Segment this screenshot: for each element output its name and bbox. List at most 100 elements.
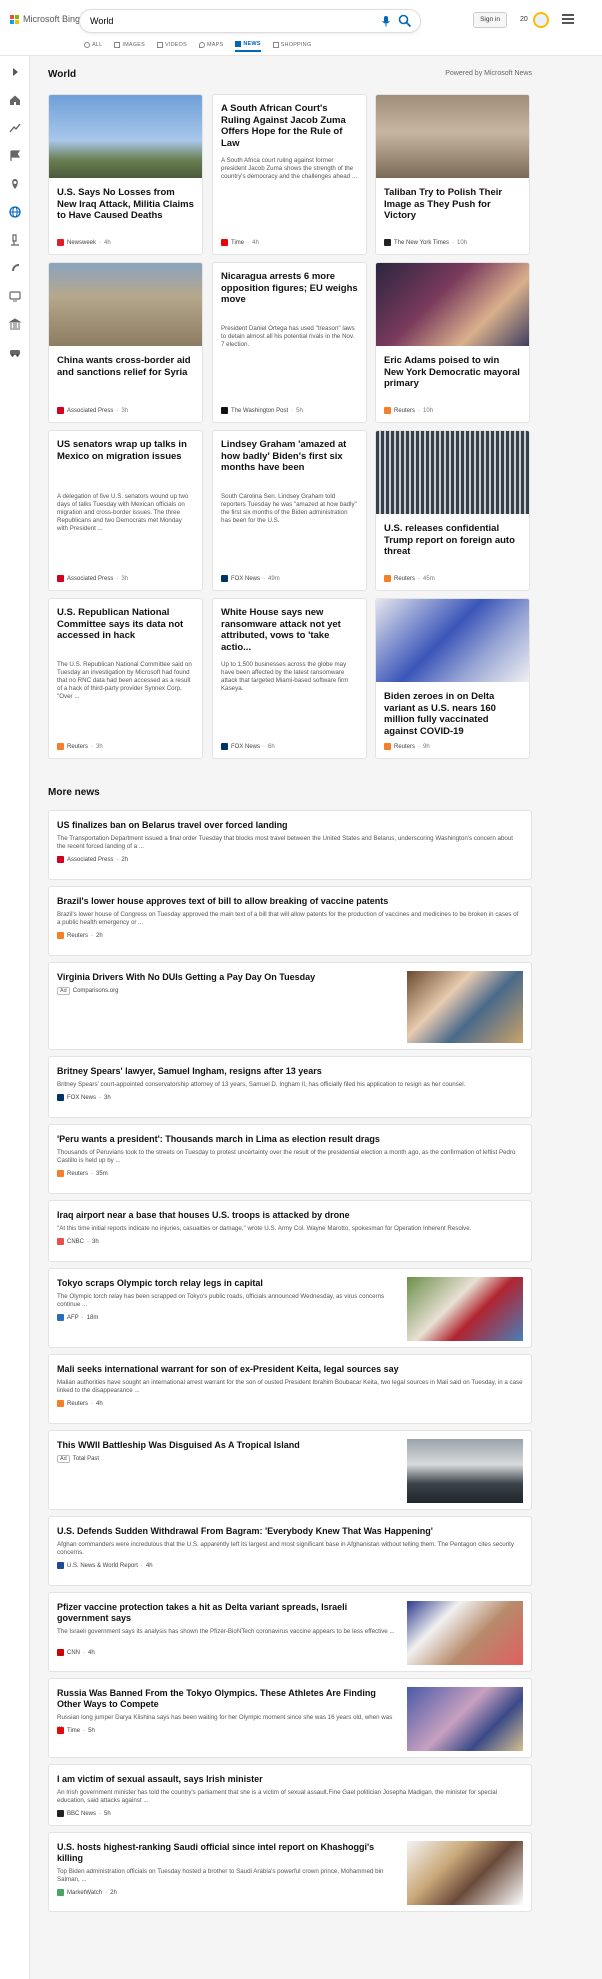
expand-chevron-icon[interactable] [9, 66, 21, 78]
news-card-source[interactable]: Time · 4h [221, 239, 259, 246]
news-item-thumbnail[interactable] [407, 1687, 523, 1751]
news-item-source[interactable]: Reuters · 2h [57, 932, 103, 939]
news-card-image[interactable] [49, 95, 202, 178]
news-item-source[interactable]: MarketWatch · 2h [57, 1889, 117, 1896]
news-item-title[interactable]: Russia Was Banned From the Tokyo Olympic… [57, 1688, 397, 1710]
news-card-title[interactable]: U.S. Republican National Committee says … [57, 607, 194, 642]
sponsored-row[interactable]: This WWII Battleship Was Disguised As A … [48, 1430, 532, 1510]
sponsored-row[interactable]: Virginia Drivers With No DUIs Getting a … [48, 962, 532, 1050]
news-list-item[interactable]: US finalizes ban on Belarus travel over … [48, 810, 532, 880]
news-item-title[interactable]: Virginia Drivers With No DUIs Getting a … [57, 972, 397, 983]
search-input[interactable] [90, 14, 370, 28]
sign-in-button[interactable]: Sign in [473, 12, 507, 28]
news-card-image[interactable] [376, 431, 529, 514]
news-card-title[interactable]: Biden zeroes in on Delta variant as U.S.… [384, 691, 521, 737]
tab-all[interactable]: ALL [84, 38, 102, 52]
microscope-icon[interactable] [9, 234, 21, 246]
news-card-source[interactable]: Associated Press · 3h [57, 407, 128, 414]
news-card-source[interactable]: Newsweek · 4h [57, 239, 111, 246]
news-item-title[interactable]: 'Peru wants a president': Thousands marc… [57, 1134, 523, 1145]
location-icon[interactable] [9, 178, 21, 190]
news-item-source[interactable]: CNBC · 3h [57, 1238, 99, 1245]
tv-icon[interactable] [9, 290, 21, 302]
news-item-source[interactable]: Associated Press · 2h [57, 856, 128, 863]
news-item-title[interactable]: Iraq airport near a base that houses U.S… [57, 1210, 523, 1221]
rewards-icon[interactable] [533, 12, 549, 28]
news-item-title[interactable]: U.S. hosts highest-ranking Saudi officia… [57, 1842, 397, 1864]
search-box[interactable] [80, 10, 420, 32]
news-item-source[interactable]: U.S. News & World Report · 4h [57, 1562, 153, 1569]
tab-maps[interactable]: MAPS [198, 38, 223, 52]
flag-icon[interactable] [9, 150, 21, 162]
tab-shopping[interactable]: SHOPPING [272, 38, 312, 52]
news-list-item[interactable]: 'Peru wants a president': Thousands marc… [48, 1124, 532, 1194]
news-item-title[interactable]: Britney Spears' lawyer, Samuel Ingham, r… [57, 1066, 523, 1077]
news-card-source[interactable]: The New York Times · 10h [384, 239, 467, 246]
news-item-title[interactable]: Tokyo scraps Olympic torch relay legs in… [57, 1278, 397, 1289]
news-card[interactable]: US senators wrap up talks in Mexico on m… [48, 430, 203, 591]
news-card[interactable]: Nicaragua arrests 6 more opposition figu… [212, 262, 367, 423]
news-card-title[interactable]: U.S. Says No Losses from New Iraq Attack… [57, 187, 194, 222]
news-card-title[interactable]: U.S. releases confidential Trump report … [384, 523, 521, 558]
news-card[interactable]: Eric Adams poised to win New York Democr… [375, 262, 530, 423]
news-item-thumbnail[interactable] [407, 1439, 523, 1503]
news-card[interactable]: White House says new ransomware attack n… [212, 598, 367, 759]
news-card-source[interactable]: The Washington Post · 5h [221, 407, 303, 414]
tab-videos[interactable]: VIDEOS [156, 38, 187, 52]
news-card-title[interactable]: Lindsey Graham 'amazed at how badly' Bid… [221, 439, 358, 474]
search-icon[interactable] [398, 14, 412, 28]
home-icon[interactable] [9, 94, 21, 106]
news-item-title[interactable]: I am victim of sexual assault, says Iris… [57, 1774, 523, 1785]
news-item-source[interactable]: Ad Total Past [57, 1455, 99, 1463]
news-card[interactable]: Biden zeroes in on Delta variant as U.S.… [375, 598, 530, 759]
news-card-image[interactable] [376, 263, 529, 346]
hamburger-menu-icon[interactable] [562, 14, 574, 24]
news-card-source[interactable]: Reuters · 45m [384, 575, 435, 582]
news-list-item[interactable]: Russia Was Banned From the Tokyo Olympic… [48, 1678, 532, 1758]
rocket-icon[interactable] [9, 262, 21, 274]
news-card-title[interactable]: White House says new ransomware attack n… [221, 607, 358, 653]
news-card-title[interactable]: A South African Court's Ruling Against J… [221, 103, 358, 149]
tab-images[interactable]: IMAGES [114, 38, 145, 52]
news-item-thumbnail[interactable] [407, 971, 523, 1043]
news-item-source[interactable]: Reuters · 35m [57, 1170, 108, 1177]
car-icon[interactable] [9, 346, 21, 358]
news-card-source[interactable]: FOX News · 6h [221, 743, 275, 750]
news-item-source[interactable]: Reuters · 4h [57, 1400, 103, 1407]
news-card-title[interactable]: Eric Adams poised to win New York Democr… [384, 355, 521, 390]
news-card[interactable]: U.S. Says No Losses from New Iraq Attack… [48, 94, 203, 255]
world-globe-icon[interactable] [9, 206, 21, 218]
news-card-title[interactable]: China wants cross-border aid and sanctio… [57, 355, 194, 378]
news-item-source[interactable]: FOX News · 3h [57, 1094, 111, 1101]
news-card-source[interactable]: Associated Press · 3h [57, 575, 128, 582]
news-card-title[interactable]: Nicaragua arrests 6 more opposition figu… [221, 271, 358, 306]
news-card-source[interactable]: Reuters · 9h [384, 743, 430, 750]
news-item-title[interactable]: Brazil's lower house approves text of bi… [57, 896, 523, 907]
news-item-source[interactable]: AFP · 18m [57, 1314, 98, 1321]
news-card-image[interactable] [376, 599, 529, 682]
news-list-item[interactable]: U.S. Defends Sudden Withdrawal From Bagr… [48, 1516, 532, 1586]
microphone-icon[interactable] [380, 15, 392, 27]
news-item-source[interactable]: Ad Comparisons.org [57, 987, 118, 995]
news-card-source[interactable]: Reuters · 10h [384, 407, 433, 414]
news-item-source[interactable]: Time · 5h [57, 1727, 95, 1734]
news-item-title[interactable]: US finalizes ban on Belarus travel over … [57, 820, 523, 831]
news-item-title[interactable]: Pfizer vaccine protection takes a hit as… [57, 1602, 397, 1624]
news-list-item[interactable]: Iraq airport near a base that houses U.S… [48, 1200, 532, 1262]
news-card[interactable]: A South African Court's Ruling Against J… [212, 94, 367, 255]
news-card-image[interactable] [49, 263, 202, 346]
news-item-title[interactable]: This WWII Battleship Was Disguised As A … [57, 1440, 397, 1451]
trending-icon[interactable] [9, 122, 21, 134]
news-card-title[interactable]: US senators wrap up talks in Mexico on m… [57, 439, 194, 462]
news-item-title[interactable]: Mali seeks international warrant for son… [57, 1364, 523, 1375]
news-list-item[interactable]: U.S. hosts highest-ranking Saudi officia… [48, 1832, 532, 1912]
news-card[interactable]: China wants cross-border aid and sanctio… [48, 262, 203, 423]
news-list-item[interactable]: I am victim of sexual assault, says Iris… [48, 1764, 532, 1826]
news-list-item[interactable]: Pfizer vaccine protection takes a hit as… [48, 1592, 532, 1672]
news-list-item[interactable]: Mali seeks international warrant for son… [48, 1354, 532, 1424]
news-card-source[interactable]: Reuters · 3h [57, 743, 103, 750]
news-card[interactable]: U.S. releases confidential Trump report … [375, 430, 530, 591]
news-list-item[interactable]: Britney Spears' lawyer, Samuel Ingham, r… [48, 1056, 532, 1118]
bing-logo[interactable]: Microsoft Bing [10, 14, 80, 24]
news-card-image[interactable] [376, 95, 529, 178]
